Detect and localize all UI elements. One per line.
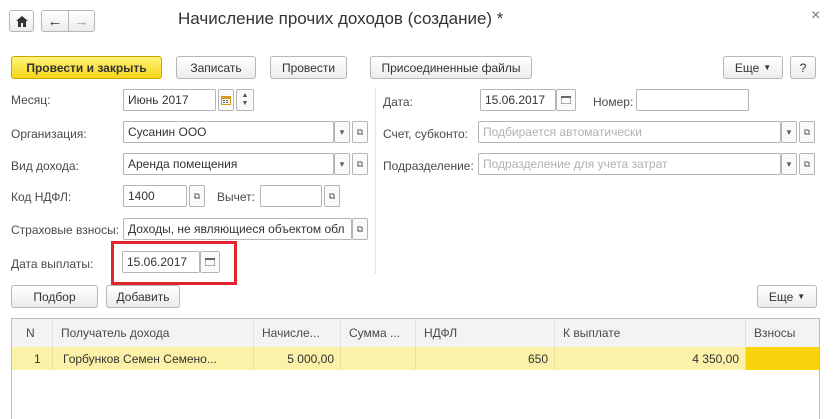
payment-date-label: Дата выплаты: xyxy=(11,257,94,271)
account-input[interactable]: Подбирается автоматически xyxy=(478,121,781,143)
cell-accrued: 5 000,00 xyxy=(254,347,341,370)
organization-dropdown-button[interactable]: ▾ xyxy=(334,121,350,143)
open-link-icon: ⧉ xyxy=(803,158,811,169)
chevron-down-icon: ▾ xyxy=(786,126,792,137)
spinner-up-icon: ▲ xyxy=(241,92,249,99)
open-link-icon: ⧉ xyxy=(328,190,336,201)
department-open-button[interactable]: ⧉ xyxy=(799,153,815,175)
column-header-payout[interactable]: К выплате xyxy=(555,319,746,347)
column-divider xyxy=(375,88,376,273)
insurance-open-button[interactable]: ⧉ xyxy=(352,218,368,240)
number-input[interactable] xyxy=(636,89,749,111)
forward-arrow-icon: → xyxy=(74,12,89,30)
income-type-dropdown-button[interactable]: ▾ xyxy=(334,153,350,175)
more-button[interactable]: Еще ▼ xyxy=(723,56,783,79)
ndfl-code-input[interactable]: 1400 xyxy=(123,185,187,207)
cell-recipient: Горбунков Семен Семено... xyxy=(53,347,254,370)
account-label: Счет, субконто: xyxy=(383,127,468,141)
calendar-icon xyxy=(561,96,571,104)
open-link-icon: ⧉ xyxy=(356,126,364,137)
organization-label: Организация: xyxy=(11,127,87,141)
month-input[interactable]: Июнь 2017 xyxy=(123,89,216,111)
chevron-down-icon: ▾ xyxy=(786,158,792,169)
income-type-open-button[interactable]: ⧉ xyxy=(352,153,368,175)
department-dropdown-button[interactable]: ▾ xyxy=(781,153,797,175)
back-button[interactable]: ← xyxy=(41,10,69,32)
chevron-down-icon: ▾ xyxy=(339,126,345,137)
column-header-contrib[interactable]: Взносы xyxy=(746,319,819,347)
open-link-icon: ⧉ xyxy=(193,190,201,201)
back-arrow-icon: ← xyxy=(47,12,63,30)
chevron-down-icon: ▼ xyxy=(763,63,772,72)
more-label: Еще xyxy=(734,60,760,75)
open-link-icon: ⧉ xyxy=(803,126,811,137)
cell-sum xyxy=(341,347,416,370)
table-row[interactable]: 1 Горбунков Семен Семено... 5 000,00 650… xyxy=(12,347,819,370)
income-type-label: Вид дохода: xyxy=(11,159,79,173)
cell-payout: 4 350,00 xyxy=(555,347,746,370)
month-calendar-button[interactable] xyxy=(218,89,234,111)
add-button[interactable]: Добавить xyxy=(106,285,180,308)
column-header-recipient[interactable]: Получатель дохода xyxy=(53,319,254,347)
income-type-input[interactable]: Аренда помещения xyxy=(123,153,334,175)
insurance-input[interactable]: Доходы, не являющиеся объектом обл xyxy=(123,218,352,240)
cell-contrib xyxy=(746,347,819,370)
home-icon xyxy=(15,15,28,27)
post-button[interactable]: Провести xyxy=(270,56,347,79)
chevron-down-icon: ▾ xyxy=(339,158,345,169)
save-button[interactable]: Записать xyxy=(176,56,256,79)
post-and-close-button[interactable]: Провести и закрыть xyxy=(11,56,162,79)
home-button[interactable] xyxy=(9,10,34,32)
column-header-accrued[interactable]: Начисле... xyxy=(254,319,341,347)
table-more-label: Еще xyxy=(768,289,794,304)
department-label: Подразделение: xyxy=(383,159,474,173)
number-label: Номер: xyxy=(593,95,634,109)
account-dropdown-button[interactable]: ▾ xyxy=(781,121,797,143)
calendar-icon xyxy=(221,95,231,105)
pick-button[interactable]: Подбор xyxy=(11,285,98,308)
organization-open-button[interactable]: ⧉ xyxy=(352,121,368,143)
column-header-n[interactable]: N xyxy=(12,319,53,347)
deduction-input[interactable] xyxy=(260,185,322,207)
income-table[interactable]: N Получатель дохода Начисле... Сумма ...… xyxy=(11,318,820,419)
chevron-down-icon: ▼ xyxy=(797,292,806,301)
deduction-label: Вычет: xyxy=(217,190,255,204)
highlight-box xyxy=(111,241,237,285)
cell-n: 1 xyxy=(12,347,53,370)
month-spinner[interactable]: ▲ ▼ xyxy=(236,89,254,111)
ndfl-code-label: Код НДФЛ: xyxy=(11,190,72,204)
window-title: Начисление прочих доходов (создание) * xyxy=(178,9,504,28)
open-link-icon: ⧉ xyxy=(356,158,364,169)
column-header-ndfl[interactable]: НДФЛ xyxy=(416,319,555,347)
account-open-button[interactable]: ⧉ xyxy=(799,121,815,143)
attached-files-button[interactable]: Присоединенные файлы xyxy=(370,56,532,79)
insurance-label: Страховые взносы: xyxy=(11,223,120,237)
help-button[interactable]: ? xyxy=(790,56,816,79)
date-input[interactable]: 15.06.2017 xyxy=(480,89,556,111)
ndfl-code-open-button[interactable]: ⧉ xyxy=(189,185,205,207)
table-more-button[interactable]: Еще ▼ xyxy=(757,285,817,308)
spinner-down-icon: ▼ xyxy=(241,100,249,107)
column-header-sum[interactable]: Сумма ... xyxy=(341,319,416,347)
department-input[interactable]: Подразделение для учета затрат xyxy=(478,153,781,175)
organization-input[interactable]: Сусанин ООО xyxy=(123,121,334,143)
date-label: Дата: xyxy=(383,95,413,109)
open-link-icon: ⧉ xyxy=(356,223,364,234)
cell-ndfl: 650 xyxy=(416,347,555,370)
month-label: Месяц: xyxy=(11,93,51,107)
close-icon[interactable]: × xyxy=(811,7,820,25)
deduction-open-button[interactable]: ⧉ xyxy=(324,185,340,207)
date-calendar-button[interactable] xyxy=(556,89,576,111)
forward-button[interactable]: → xyxy=(68,10,95,32)
